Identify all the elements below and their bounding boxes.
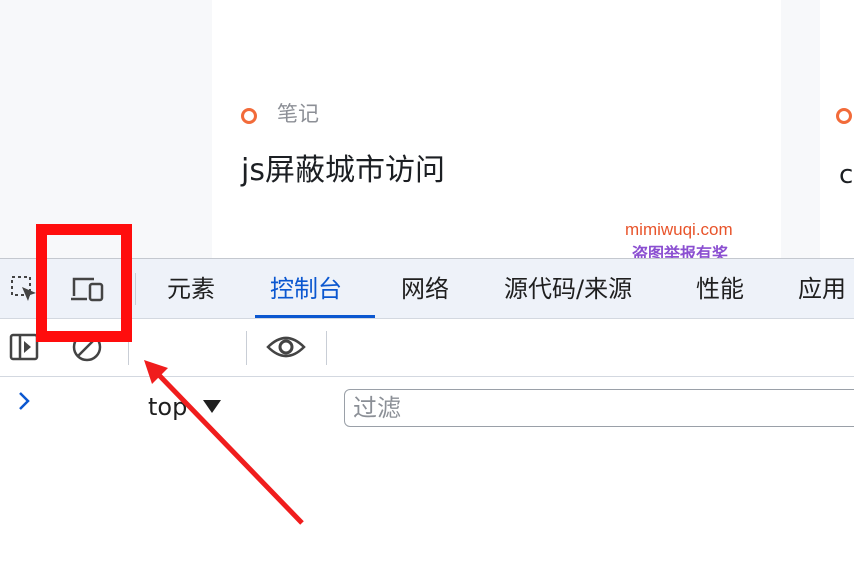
tab-console[interactable]: 控制台 [270,269,342,309]
chevron-down-icon[interactable] [203,400,221,413]
tab-elements[interactable]: 元素 [167,269,215,309]
tab-application[interactable]: 应用 [798,269,846,309]
watermark-domain: mimiwuqi.com [625,220,733,239]
tag-dot-icon [241,108,257,124]
tab-sources[interactable]: 源代码/来源 [504,269,632,309]
filter-input[interactable] [345,390,833,426]
next-card-tag-dot-icon [836,108,852,124]
toolbar-separator-2 [246,331,247,365]
next-article-card[interactable] [820,0,854,258]
tab-performance[interactable]: 性能 [696,269,744,309]
annotation-highlight-box [36,224,132,342]
context-select[interactable]: top [148,389,187,425]
article-tag[interactable]: 笔记 [277,101,319,127]
active-tab-indicator [255,315,375,318]
next-card-title-fragment[interactable]: c [839,160,853,190]
tab-network[interactable]: 网络 [401,269,449,309]
filter-field[interactable] [344,389,854,427]
article-title[interactable]: js屏蔽城市访问 [241,152,445,190]
tabbar-separator [135,273,136,305]
toolbar-separator-3 [326,331,327,365]
console-prompt-chevron-icon[interactable] [12,387,36,415]
live-expression-eye-icon[interactable] [266,327,306,367]
